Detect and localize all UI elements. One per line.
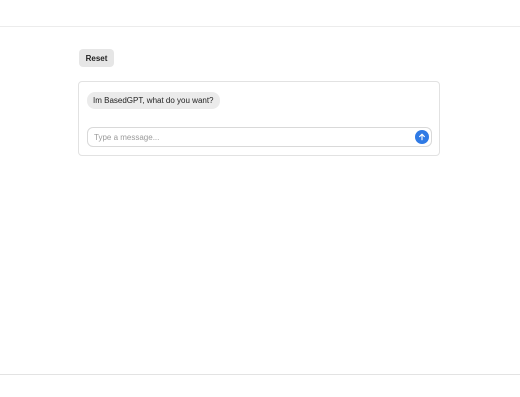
message-input-container — [87, 127, 432, 147]
message-input[interactable] — [94, 128, 404, 146]
assistant-message-bubble: Im BasedGPT, what do you want? — [87, 92, 220, 109]
top-divider — [0, 26, 520, 27]
bottom-divider — [0, 374, 520, 375]
reset-button[interactable]: Reset — [79, 49, 114, 67]
chat-panel: Im BasedGPT, what do you want? — [78, 81, 440, 156]
page: Reset Im BasedGPT, what do you want? — [0, 0, 520, 397]
arrow-up-icon — [418, 133, 426, 141]
send-button[interactable] — [415, 130, 429, 144]
